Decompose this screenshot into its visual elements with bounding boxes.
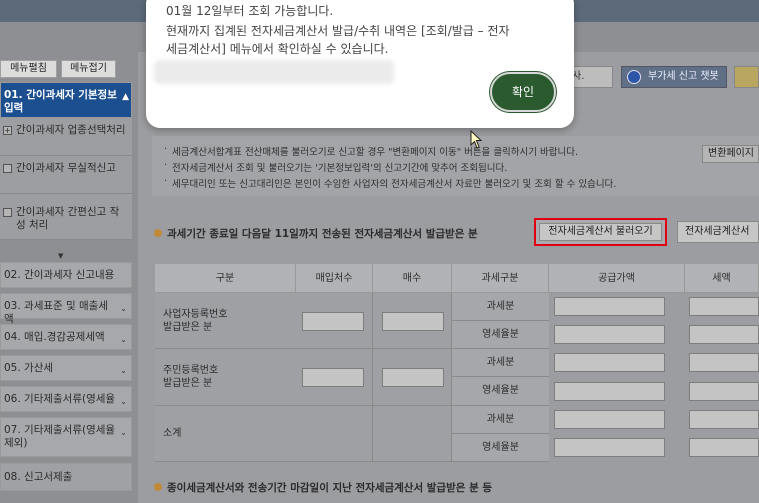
- subitem-label: 간이과세자 간편신고 작성 처리: [16, 206, 120, 231]
- tax-type-cell: 영세율분: [452, 377, 549, 406]
- sidebar-item-basic-info[interactable]: 01. 간이과세자 기본정보입력 ▲: [0, 82, 132, 118]
- supply-value-input[interactable]: [554, 325, 665, 344]
- modal-line-3: 세금계산서] 메뉴에서 확인하실 수 있습니다.: [166, 42, 389, 56]
- sidebar-item-label: 07. 기타제출서류(영세율 제외): [4, 424, 116, 449]
- tax-type-cell: 과세분: [452, 293, 549, 321]
- supply-value-input[interactable]: [554, 353, 665, 372]
- sidebar-item-submit[interactable]: 08. 신고서제출: [0, 463, 132, 491]
- chevron-down-icon: ⌄: [120, 397, 127, 406]
- purchase-table: 구분 매입처수 매수 과세구분 공급가액 세액 사업자등록번호 발급받은 분 과…: [155, 264, 759, 486]
- tax-amount-input[interactable]: [689, 353, 759, 372]
- scroll-down-arrow-icon[interactable]: ▼: [58, 252, 63, 260]
- vat-chatbot-button[interactable]: 부가세 신고 챗봇: [621, 66, 727, 88]
- bullet-icon: [154, 483, 162, 491]
- sidebar: 메뉴펼침 메뉴접기 01. 간이과세자 기본정보입력 ▲ + 간이과세자 업종선…: [0, 52, 132, 503]
- supply-value-input[interactable]: [554, 410, 665, 429]
- sidebar-item-report-content[interactable]: 02. 간이과세자 신고내용: [0, 262, 132, 288]
- table-header: 세액: [685, 264, 759, 293]
- subitem-label: 간이과세자 업종선택처리: [16, 124, 126, 136]
- section-title-paper: 종이세금계산서와 전송기간 마감일이 지난 전자세금계산서 발급받은 분 등: [154, 480, 492, 495]
- highlight-box: 전자세금계산서 불러오기: [534, 218, 667, 246]
- collapse-menu-button[interactable]: 메뉴접기: [61, 60, 116, 78]
- sidebar-item-other-docs-zero[interactable]: 06. 기타제출서류(영세율 ⌄: [0, 386, 132, 412]
- sheet-count-input[interactable]: [382, 368, 444, 387]
- sidebar-item-label: 08. 신고서제출: [4, 471, 73, 483]
- chevron-down-icon: ⌄: [120, 335, 127, 344]
- bullet-icon: [154, 229, 162, 237]
- table-header: 과세구분: [452, 264, 549, 293]
- chevron-down-icon: ⌄: [120, 366, 127, 375]
- info-line: 세금계산서합계표 전산매체를 불러오기로 신고할 경우 "변환페이지 이동" 버…: [164, 144, 578, 158]
- switch-page-button[interactable]: 변환페이지: [702, 145, 759, 163]
- sidebar-buttons: 메뉴펼침 메뉴접기: [0, 60, 132, 80]
- mouse-cursor-icon: [470, 130, 483, 149]
- sidebar-item-label: 03. 과세표준 및 매출세액: [4, 300, 108, 325]
- supply-value-input[interactable]: [554, 382, 665, 401]
- subitem-no-performance[interactable]: 간이과세자 무실적신고: [0, 156, 132, 194]
- supply-value-input[interactable]: [554, 438, 665, 457]
- info-line: 전자세금계산서 조회 및 불러오기는 '기본정보입력'의 신고기간에 맞추어 조…: [164, 160, 507, 174]
- sheet-count-input[interactable]: [382, 312, 444, 331]
- sidebar-item-other-docs-excl[interactable]: 07. 기타제출서류(영세율 제외) ⌄: [0, 417, 132, 457]
- tax-amount-input[interactable]: [689, 410, 759, 429]
- top-left-area: [0, 22, 150, 52]
- e-tax-invoice-button[interactable]: 전자세금계산서: [677, 221, 759, 243]
- subitem-business-type[interactable]: + 간이과세자 업종선택처리: [0, 118, 132, 156]
- tax-amount-input[interactable]: [689, 325, 759, 344]
- chatbot-label: 부가세 신고 챗봇: [648, 71, 719, 82]
- tax-amount-input[interactable]: [689, 382, 759, 401]
- modal-line-2: 현재까지 집계된 전자세금계산서 발급/수취 내역은 [조회/발급 – 전자: [166, 24, 510, 38]
- expand-box-icon: [3, 208, 12, 217]
- info-line: 세무대리인 또는 신고대리인은 본인이 수임한 사업자의 전자세금계산서 자료만…: [164, 176, 616, 190]
- chatbot-icon: [627, 70, 641, 84]
- confirm-button[interactable]: 확인: [490, 72, 556, 112]
- tax-type-cell: 영세율분: [452, 434, 549, 462]
- chevron-down-icon: ⌄: [120, 428, 127, 437]
- subitem-label: 간이과세자 무실적신고: [16, 162, 116, 174]
- yellow-tool-button[interactable]: [734, 66, 759, 88]
- toolbar-field[interactable]: 사.: [568, 66, 613, 88]
- table-header: 구분: [155, 264, 296, 293]
- table-cell: [373, 406, 452, 462]
- supplier-count-input[interactable]: [302, 368, 364, 387]
- row-label-resident: 주민등록번호 발급받은 분: [155, 349, 296, 406]
- expand-box-icon: +: [3, 126, 12, 135]
- sidebar-item-purchase-deduction[interactable]: 04. 매입.경감공제세액 ⌄: [0, 324, 132, 350]
- section-title: 과세기간 종료일 다음달 11일까지 전송된 전자세금계산서 발급받은 분: [154, 226, 478, 241]
- notice-modal: 01월 12일부터 조회 가능합니다. 현재까지 집계된 전자세금계산서 발급/…: [146, 0, 574, 128]
- section-title-text: 과세기간 종료일 다음달 11일까지 전송된 전자세금계산서 발급받은 분: [167, 228, 478, 240]
- tax-amount-input[interactable]: [689, 297, 759, 316]
- sidebar-item-label: 02. 간이과세자 신고내용: [4, 269, 115, 281]
- row-label-subtotal: 소계: [155, 406, 296, 462]
- table-header: 매입처수: [296, 264, 373, 293]
- row-label-business: 사업자등록번호 발급받은 분: [155, 293, 296, 349]
- expand-box-icon: [3, 164, 12, 173]
- sidebar-item-label: 05. 가산세: [4, 362, 54, 374]
- subitem-simple-report[interactable]: 간이과세자 간편신고 작성 처리: [0, 194, 132, 240]
- tax-type-cell: 과세분: [452, 349, 549, 377]
- tax-type-cell: 과세분: [452, 406, 549, 434]
- load-e-tax-invoice-button[interactable]: 전자세금계산서 불러오기: [539, 223, 662, 241]
- sidebar-item-label: 01. 간이과세자 기본정보입력: [4, 89, 117, 114]
- supply-value-input[interactable]: [554, 297, 665, 316]
- table-cell: [296, 406, 373, 462]
- table-header: 매수: [373, 264, 452, 293]
- chevron-down-icon: ⌄: [120, 304, 127, 313]
- sidebar-item-penalty[interactable]: 05. 가산세 ⌄: [0, 355, 132, 381]
- modal-line-1: 01월 12일부터 조회 가능합니다.: [166, 4, 334, 18]
- tax-amount-input[interactable]: [689, 438, 759, 457]
- supplier-count-input[interactable]: [302, 312, 364, 331]
- expand-menu-button[interactable]: 메뉴펼침: [0, 60, 57, 78]
- section-title-text: 종이세금계산서와 전송기간 마감일이 지난 전자세금계산서 발급받은 분 등: [167, 482, 493, 494]
- sidebar-item-label: 04. 매입.경감공제세액: [4, 331, 105, 343]
- sidebar-item-label: 06. 기타제출서류(영세율: [4, 393, 116, 405]
- chevron-up-icon[interactable]: ▲: [122, 91, 129, 104]
- blurred-region: [154, 60, 394, 84]
- sidebar-item-tax-base[interactable]: 03. 과세표준 및 매출세액 ⌄: [0, 293, 132, 325]
- info-notice-box: 세금계산서합계표 전산매체를 불러오기로 신고할 경우 "변환페이지 이동" 버…: [152, 136, 759, 196]
- tax-type-cell: 영세율분: [452, 321, 549, 349]
- table-header: 공급가액: [549, 264, 685, 293]
